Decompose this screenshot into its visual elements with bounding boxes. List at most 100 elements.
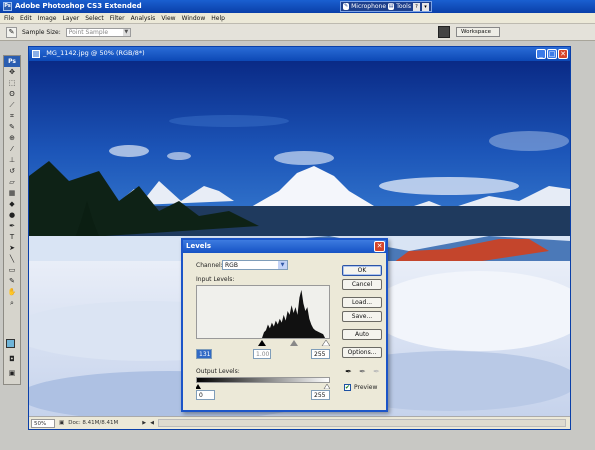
hand-tool-icon[interactable]: ✋ (4, 287, 20, 298)
sample-size-label: Sample Size: (22, 28, 61, 36)
status-menu-arrow-icon[interactable]: ▶ (142, 420, 146, 426)
chevron-down-icon: ▼ (122, 28, 130, 36)
menu-select[interactable]: Select (85, 15, 104, 22)
screen-mode-icon[interactable]: ▣ (4, 368, 20, 379)
auto-button[interactable]: Auto (342, 329, 382, 340)
output-levels-gradient[interactable] (196, 377, 330, 383)
tools-label[interactable]: Tools (396, 3, 411, 10)
menu-bar: File Edit Image Layer Select Filter Anal… (0, 13, 595, 24)
scroll-left-icon[interactable]: ◀ (150, 420, 154, 426)
photoshop-app-icon: Ps (3, 2, 12, 11)
input-levels-slider[interactable] (196, 339, 331, 347)
preview-checkbox[interactable]: ✔ (344, 384, 351, 391)
microphone-icon[interactable]: ✎ (343, 3, 350, 10)
options-bar: ✎ Sample Size: Point Sample ▼ Workspace (0, 24, 595, 41)
sample-size-select[interactable]: Point Sample ▼ (65, 27, 131, 37)
eraser-tool-icon[interactable]: ▱ (4, 177, 20, 188)
path-select-tool-icon[interactable]: ➤ (4, 243, 20, 254)
menu-layer[interactable]: Layer (62, 15, 79, 22)
blur-tool-icon[interactable]: ◆ (4, 199, 20, 210)
maximize-button[interactable]: □ (547, 49, 557, 59)
shape-tool-icon[interactable]: ╲ (4, 254, 20, 265)
menu-view[interactable]: View (161, 15, 175, 22)
language-bar-menu-icon[interactable]: ▾ (421, 2, 429, 11)
save-button[interactable]: Save... (342, 311, 382, 322)
clone-stamp-tool-icon[interactable]: ⊥ (4, 155, 20, 166)
document-title-bar[interactable]: _MG_1142.jpg @ 50% (RGB/8*) _ □ ✕ (29, 47, 570, 61)
workspace-button[interactable]: Workspace (456, 27, 500, 37)
quick-select-tool-icon[interactable]: ⟋ (4, 100, 20, 111)
menu-analysis[interactable]: Analysis (131, 15, 156, 22)
menu-help[interactable]: Help (211, 15, 225, 22)
close-button[interactable]: ✕ (558, 49, 568, 59)
white-eyedropper-icon[interactable]: ✒ (372, 367, 381, 376)
preview-label: Preview (354, 384, 378, 391)
status-icon: ▣ (59, 420, 65, 426)
gradient-tool-icon[interactable]: ▦ (4, 188, 20, 199)
menu-filter[interactable]: Filter (110, 15, 125, 22)
levels-title-bar[interactable]: Levels ✕ (183, 240, 386, 253)
document-icon (32, 50, 40, 58)
levels-title: Levels (186, 242, 212, 250)
menu-edit[interactable]: Edit (20, 15, 32, 22)
output-white-slider[interactable] (323, 384, 330, 389)
options-button[interactable]: Options... (342, 347, 382, 358)
menu-window[interactable]: Window (182, 15, 206, 22)
document-title: _MG_1142.jpg @ 50% (RGB/8*) (43, 49, 145, 57)
lasso-tool-icon[interactable]: ʘ (4, 89, 20, 100)
output-levels-slider[interactable] (196, 384, 330, 389)
tools-icon[interactable]: ▤ (388, 3, 395, 10)
horizontal-scrollbar[interactable] (157, 419, 566, 427)
marquee-tool-icon[interactable]: ⬚ (4, 78, 20, 89)
brush-tool-icon[interactable]: ⁄ (4, 144, 20, 155)
eyedropper-tool-preset-icon[interactable]: ✎ (6, 26, 17, 38)
palette-well-icon[interactable] (438, 26, 450, 38)
channel-value: RGB (225, 262, 238, 269)
input-gamma-field[interactable]: 1.00 (253, 349, 271, 359)
zoom-field[interactable]: 50% (31, 418, 55, 428)
chevron-down-icon: ▼ (278, 261, 287, 269)
channel-select[interactable]: RGB ▼ (222, 260, 288, 270)
eyedropper-active-tool-icon[interactable]: ✎ (4, 276, 20, 287)
crop-tool-icon[interactable]: ⌗ (4, 111, 20, 122)
history-brush-tool-icon[interactable]: ↺ (4, 166, 20, 177)
histogram (196, 285, 330, 339)
output-white-field[interactable]: 255 (311, 390, 330, 400)
move-tool-icon[interactable]: ✥ (4, 67, 20, 78)
eyedropper-tool-icon[interactable]: ✎ (4, 122, 20, 133)
load-button[interactable]: Load... (342, 297, 382, 308)
menu-file[interactable]: File (4, 15, 14, 22)
notes-tool-icon[interactable]: ▭ (4, 265, 20, 276)
doc-info[interactable]: Doc: 8.41M/8.41M (68, 420, 138, 426)
help-button[interactable]: ? (412, 2, 420, 11)
foreground-color-swatch[interactable] (6, 339, 15, 348)
language-bar: ✎ Microphone ▤ Tools ? ▾ (340, 1, 432, 12)
input-white-field[interactable]: 255 (311, 349, 330, 359)
white-point-slider[interactable] (321, 339, 331, 347)
dodge-tool-icon[interactable]: ● (4, 210, 20, 221)
toolbox: Ps ✥ ⬚ ʘ ⟋ ⌗ ✎ ⊕ ⁄ ⊥ ↺ ▱ ▦ ◆ ● ✒ T ➤ ╲ ▭… (3, 55, 21, 385)
healing-brush-tool-icon[interactable]: ⊕ (4, 133, 20, 144)
photoshop-logo: Ps (4, 56, 20, 67)
input-levels-label: Input Levels: (196, 276, 235, 283)
output-black-field[interactable]: 0 (196, 390, 215, 400)
levels-close-button[interactable]: ✕ (374, 241, 385, 252)
type-tool-icon[interactable]: T (4, 232, 20, 243)
input-black-field[interactable]: 131 (196, 349, 212, 359)
black-eyedropper-icon[interactable]: ✒ (344, 367, 353, 376)
status-bar: 50% ▣ Doc: 8.41M/8.41M ▶ ◀ (29, 416, 570, 429)
app-title-bar: Ps Adobe Photoshop CS3 Extended ✎ Microp… (0, 0, 595, 13)
black-point-slider[interactable] (258, 340, 266, 346)
output-black-slider[interactable] (196, 384, 201, 389)
gray-eyedropper-icon[interactable]: ✒ (358, 367, 367, 376)
pen-tool-icon[interactable]: ✒ (4, 221, 20, 232)
minimize-button[interactable]: _ (536, 49, 546, 59)
menu-image[interactable]: Image (38, 15, 57, 22)
cancel-button[interactable]: Cancel (342, 279, 382, 290)
ok-button[interactable]: OK (342, 265, 382, 276)
microphone-label[interactable]: Microphone (351, 3, 386, 10)
sample-size-value: Point Sample (68, 28, 109, 36)
gamma-slider[interactable] (290, 340, 298, 346)
zoom-tool-icon[interactable]: ⌕ (4, 298, 20, 309)
quick-mask-icon[interactable]: ◘ (4, 354, 20, 365)
